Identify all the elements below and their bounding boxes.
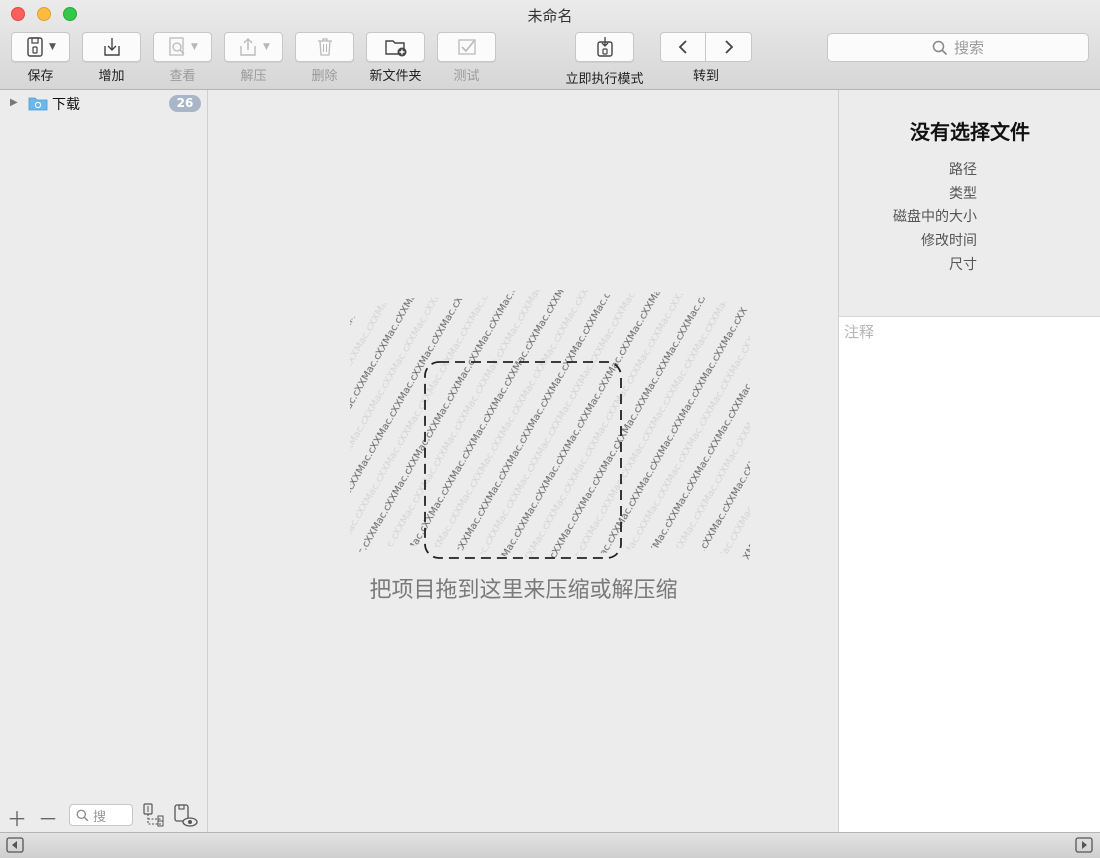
dimensions-field-label: 尺寸 bbox=[949, 257, 977, 273]
delete-label: 删除 bbox=[311, 69, 338, 84]
test-label: 测试 bbox=[453, 69, 480, 84]
add-tool[interactable]: 增加 bbox=[82, 32, 141, 84]
sidebar-item-label: 下载 bbox=[52, 97, 80, 113]
goto-tool[interactable]: 转到 bbox=[660, 32, 752, 84]
notes-textarea[interactable]: 注释 bbox=[839, 316, 1100, 832]
delete-tool[interactable]: 删除 bbox=[295, 32, 354, 84]
sidebar-footer: ＋ － 搜 bbox=[0, 800, 208, 832]
search-input[interactable]: 搜索 bbox=[827, 33, 1089, 62]
drop-area[interactable]: XXMac.com XXMac.com 把项目拖到这里来压缩或解压缩 bbox=[209, 90, 838, 832]
notes-placeholder: 注释 bbox=[844, 323, 875, 341]
save-button[interactable]: ▼ bbox=[11, 32, 70, 62]
immediate-mode-button[interactable] bbox=[575, 32, 634, 62]
type-field-label: 类型 bbox=[949, 186, 977, 202]
test-tool[interactable]: 测试 bbox=[437, 32, 496, 84]
folder-icon bbox=[28, 97, 48, 111]
search-icon bbox=[76, 809, 89, 821]
search-placeholder: 搜索 bbox=[953, 39, 984, 57]
window-title: 未命名 bbox=[527, 7, 573, 25]
immediate-mode-tool[interactable] bbox=[575, 32, 634, 62]
count-badge: 26 bbox=[169, 95, 201, 112]
view-button[interactable]: ▼ bbox=[153, 32, 212, 62]
chevron-left-icon bbox=[678, 40, 687, 54]
add-button[interactable] bbox=[82, 32, 141, 62]
new-folder-button[interactable] bbox=[366, 32, 425, 62]
selection-title: 没有选择文件 bbox=[910, 120, 1030, 144]
size-on-disk-field-label: 磁盘中的大小 bbox=[893, 209, 977, 225]
save-label: 保存 bbox=[27, 69, 54, 84]
add-label: 增加 bbox=[98, 69, 125, 84]
quick-look-icon bbox=[169, 37, 185, 56]
sidebar-search-input[interactable]: 搜 bbox=[69, 804, 133, 826]
delete-button[interactable] bbox=[295, 32, 354, 62]
view-tool[interactable]: ▼ 查看 bbox=[153, 32, 212, 84]
extract-label: 解压 bbox=[240, 69, 267, 84]
forward-button[interactable] bbox=[706, 32, 752, 62]
chevron-down-icon: ▼ bbox=[263, 42, 270, 52]
add-location-button[interactable]: ＋ bbox=[7, 803, 27, 832]
preview-archive-icon[interactable] bbox=[173, 802, 199, 828]
drop-hint: 把项目拖到这里来压缩或解压缩 bbox=[369, 578, 678, 603]
new-folder-label: 新文件夹 bbox=[369, 69, 422, 84]
app-window: 未命名 ▼ 保存 增加 ▼ 查看 ▼ 解压 删除 新文件夹 测试 立即执行模式 … bbox=[0, 0, 1100, 858]
chevron-down-icon: ▼ bbox=[49, 42, 56, 52]
remove-location-button[interactable]: － bbox=[38, 803, 58, 832]
chevron-right-icon bbox=[724, 40, 733, 54]
search-icon bbox=[932, 40, 948, 55]
sidebar-search-placeholder: 搜 bbox=[93, 809, 107, 825]
save-tool[interactable]: ▼ 保存 bbox=[11, 32, 70, 84]
trash-icon bbox=[317, 38, 332, 56]
sidebar-item-downloads[interactable]: ▶ 下载 26 bbox=[0, 92, 208, 114]
back-button[interactable] bbox=[660, 32, 706, 62]
archive-structure-icon[interactable] bbox=[142, 802, 166, 828]
new-folder-tool[interactable]: 新文件夹 bbox=[366, 32, 425, 84]
checkmark-icon bbox=[457, 39, 476, 55]
extract-icon bbox=[240, 38, 256, 56]
disclosure-triangle-icon[interactable]: ▶ bbox=[10, 97, 18, 108]
archive-icon bbox=[27, 37, 43, 57]
drop-target-illustration: XXMac.com XXMac.com bbox=[350, 290, 750, 560]
goto-label: 转到 bbox=[692, 69, 719, 84]
file-info: 没有选择文件 路径 类型 磁盘中的大小 修改时间 尺寸 bbox=[839, 90, 1100, 316]
path-field-label: 路径 bbox=[949, 162, 977, 178]
chevron-down-icon: ▼ bbox=[191, 42, 198, 52]
back-forward-control[interactable] bbox=[660, 32, 752, 62]
immediate-mode-label: 立即执行模式 bbox=[565, 72, 644, 87]
toggle-sidebar-icon[interactable] bbox=[6, 837, 24, 853]
status-bar bbox=[0, 832, 1100, 858]
view-label: 查看 bbox=[169, 69, 196, 84]
sidebar: ▶ 下载 26 bbox=[0, 90, 208, 832]
test-button[interactable] bbox=[437, 32, 496, 62]
modified-field-label: 修改时间 bbox=[921, 233, 977, 249]
new-folder-icon bbox=[384, 40, 406, 57]
archive-download-icon bbox=[596, 37, 613, 57]
toggle-inspector-icon[interactable] bbox=[1075, 837, 1093, 853]
add-to-archive-icon bbox=[103, 38, 120, 56]
extract-tool[interactable]: ▼ 解压 bbox=[224, 32, 283, 84]
inspector-panel: 没有选择文件 路径 类型 磁盘中的大小 修改时间 尺寸 注释 bbox=[838, 90, 1100, 832]
extract-button[interactable]: ▼ bbox=[224, 32, 283, 62]
toolbar: 未命名 ▼ 保存 增加 ▼ 查看 ▼ 解压 删除 新文件夹 测试 立即执行模式 … bbox=[0, 0, 1100, 90]
